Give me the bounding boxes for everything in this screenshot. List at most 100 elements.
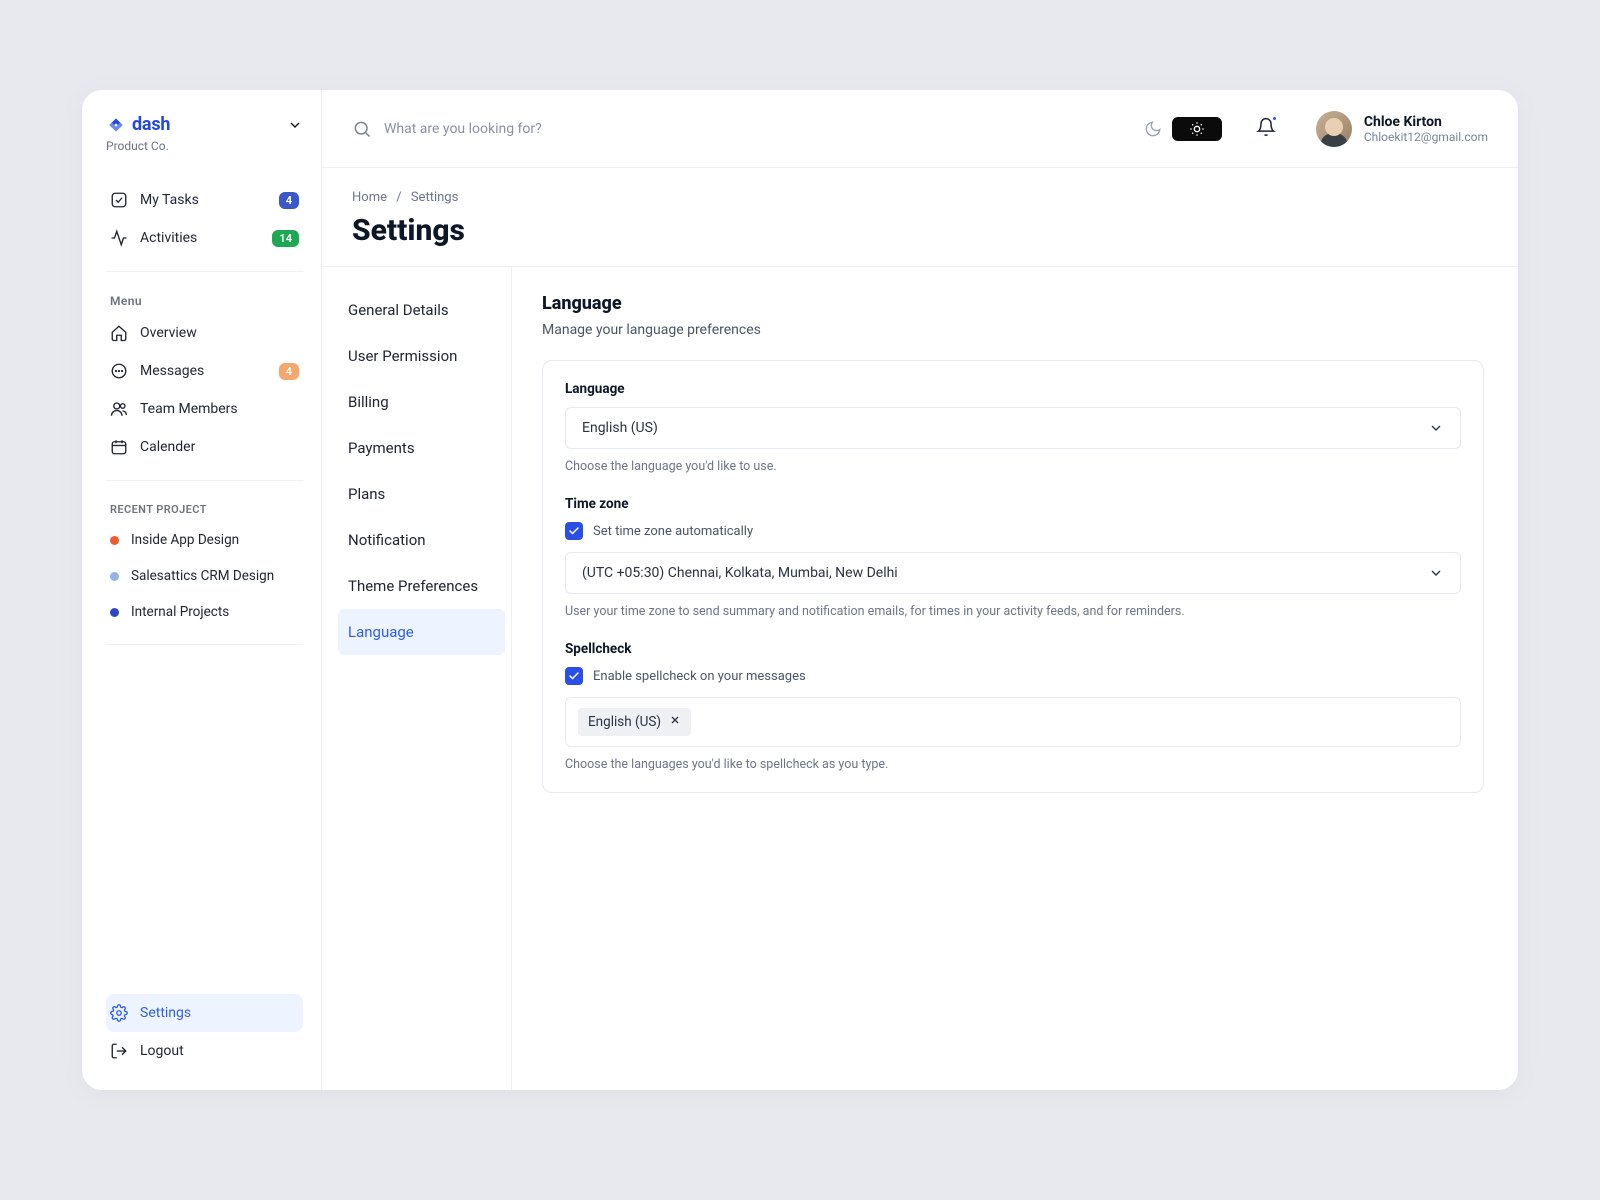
project-dot-icon xyxy=(110,536,119,545)
sidebar-item-messages[interactable]: Messages 4 xyxy=(106,352,303,390)
chat-icon xyxy=(110,362,128,380)
settings-card: Language English (US) Choose the languag… xyxy=(542,360,1484,793)
project-dot-icon xyxy=(110,572,119,581)
checkbox-icon xyxy=(110,191,128,209)
sidebar-item-label: My Tasks xyxy=(140,192,267,208)
calendar-icon xyxy=(110,438,128,456)
sidebar-item-label: Settings xyxy=(140,1005,299,1021)
spellcheck-help: Choose the languages you'd like to spell… xyxy=(565,757,1461,772)
sidebar-item-calendar[interactable]: Calender xyxy=(106,428,303,466)
notifications-button[interactable] xyxy=(1256,117,1276,141)
settings-nav: General Details User Permission Billing … xyxy=(322,267,512,1090)
divider xyxy=(106,644,303,645)
breadcrumb: Home / Settings xyxy=(352,190,1488,205)
breadcrumb-sep: / xyxy=(396,190,401,205)
language-select[interactable]: English (US) xyxy=(565,407,1461,449)
workspace-switcher-icon[interactable] xyxy=(287,117,303,133)
recent-project-label: RECENT PROJECT xyxy=(110,503,303,516)
remove-tag-button[interactable] xyxy=(669,714,681,730)
sidebar: dash Product Co. My Tasks 4 Activities 1… xyxy=(82,90,322,1090)
avatar xyxy=(1316,111,1352,147)
gear-icon xyxy=(110,1004,128,1022)
content-header: Home / Settings Settings xyxy=(322,168,1518,267)
chevron-down-icon xyxy=(1428,565,1444,581)
settings-tab-theme-preferences[interactable]: Theme Preferences xyxy=(338,563,505,609)
project-label: Internal Projects xyxy=(131,604,229,620)
activity-icon xyxy=(110,229,128,247)
check-icon xyxy=(568,525,580,537)
search xyxy=(352,119,1126,139)
settings-tab-billing[interactable]: Billing xyxy=(338,379,505,425)
check-icon xyxy=(568,670,580,682)
notification-dot-icon xyxy=(1271,115,1278,122)
project-dot-icon xyxy=(110,608,119,617)
users-icon xyxy=(110,400,128,418)
brand-logo-icon xyxy=(106,115,126,135)
badge: 14 xyxy=(272,230,299,247)
language-label: Language xyxy=(565,381,1461,397)
main: Chloe Kirton Chloekit12@gmail.com Home /… xyxy=(322,90,1518,1090)
sidebar-project-internal[interactable]: Internal Projects xyxy=(106,594,303,630)
sidebar-item-activities[interactable]: Activities 14 xyxy=(106,219,303,257)
spellcheck-language-tag: English (US) xyxy=(578,708,691,736)
breadcrumb-current: Settings xyxy=(411,190,458,205)
divider xyxy=(106,271,303,272)
sidebar-item-label: Activities xyxy=(140,230,260,246)
badge: 4 xyxy=(279,363,299,380)
sidebar-item-settings[interactable]: Settings xyxy=(106,994,303,1032)
theme-toggle[interactable] xyxy=(1144,117,1222,141)
sidebar-project-salesattics[interactable]: Salesattics CRM Design xyxy=(106,558,303,594)
timezone-help: User your time zone to send summary and … xyxy=(565,604,1461,619)
logout-icon xyxy=(110,1042,128,1060)
timezone-select-value: (UTC +05:30) Chennai, Kolkata, Mumbai, N… xyxy=(582,565,898,581)
timezone-label: Time zone xyxy=(565,496,1461,512)
sidebar-item-logout[interactable]: Logout xyxy=(106,1032,303,1070)
timezone-select[interactable]: (UTC +05:30) Chennai, Kolkata, Mumbai, N… xyxy=(565,552,1461,594)
spellcheck-enable-row[interactable]: Enable spellcheck on your messages xyxy=(565,667,1461,685)
sidebar-item-label: Team Members xyxy=(140,401,299,417)
search-icon xyxy=(352,119,372,139)
search-input[interactable] xyxy=(384,121,764,137)
sidebar-item-overview[interactable]: Overview xyxy=(106,314,303,352)
close-icon xyxy=(669,714,681,726)
sidebar-item-team-members[interactable]: Team Members xyxy=(106,390,303,428)
spellcheck-languages-input[interactable]: English (US) xyxy=(565,697,1461,747)
panel-subtitle: Manage your language preferences xyxy=(542,322,1484,338)
spellcheck-label: Spellcheck xyxy=(565,641,1461,657)
sidebar-project-inside-app[interactable]: Inside App Design xyxy=(106,522,303,558)
user-menu[interactable]: Chloe Kirton Chloekit12@gmail.com xyxy=(1316,111,1488,147)
spellcheck-enable-checkbox[interactable] xyxy=(565,667,583,685)
sidebar-item-my-tasks[interactable]: My Tasks 4 xyxy=(106,181,303,219)
brand-row: dash xyxy=(106,114,303,135)
settings-panel: Language Manage your language preference… xyxy=(512,267,1518,1090)
page-title: Settings xyxy=(352,213,1488,248)
topbar: Chloe Kirton Chloekit12@gmail.com xyxy=(322,90,1518,168)
theme-pill xyxy=(1172,117,1222,141)
chevron-down-icon xyxy=(1428,420,1444,436)
settings-tab-payments[interactable]: Payments xyxy=(338,425,505,471)
sun-icon xyxy=(1189,121,1205,137)
app-window: dash Product Co. My Tasks 4 Activities 1… xyxy=(82,90,1518,1090)
tag-label: English (US) xyxy=(588,714,661,730)
settings-tab-general-details[interactable]: General Details xyxy=(338,287,505,333)
divider xyxy=(106,480,303,481)
settings-tab-notification[interactable]: Notification xyxy=(338,517,505,563)
timezone-auto-checkbox[interactable] xyxy=(565,522,583,540)
spellcheck-enable-label: Enable spellcheck on your messages xyxy=(593,669,806,684)
panel-title: Language xyxy=(542,293,1484,314)
settings-tab-user-permission[interactable]: User Permission xyxy=(338,333,505,379)
moon-icon xyxy=(1144,120,1162,138)
language-select-value: English (US) xyxy=(582,420,658,436)
brand[interactable]: dash xyxy=(106,114,170,135)
sidebar-item-label: Overview xyxy=(140,325,299,341)
badge: 4 xyxy=(279,192,299,209)
timezone-auto-row[interactable]: Set time zone automatically xyxy=(565,522,1461,540)
breadcrumb-home[interactable]: Home xyxy=(352,190,387,205)
timezone-auto-label: Set time zone automatically xyxy=(593,524,753,539)
project-label: Salesattics CRM Design xyxy=(131,568,274,584)
settings-tab-language[interactable]: Language xyxy=(338,609,505,655)
sidebar-item-label: Calender xyxy=(140,439,299,455)
settings-tab-plans[interactable]: Plans xyxy=(338,471,505,517)
sidebar-item-label: Messages xyxy=(140,363,267,379)
project-label: Inside App Design xyxy=(131,532,239,548)
